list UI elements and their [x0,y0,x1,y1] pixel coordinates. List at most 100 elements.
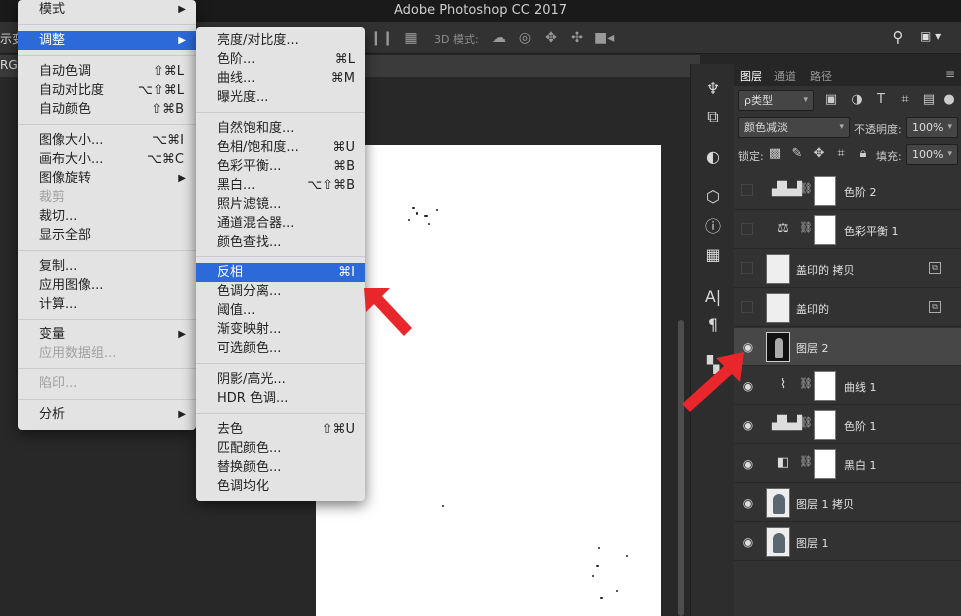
lock-paint-icon[interactable]: ✎ [788,145,806,163]
submenu-item[interactable]: 曝光度... [196,88,365,107]
layer-row[interactable]: 盖印的 拷贝 ⧉ [734,250,961,288]
layer-mask-thumbnail[interactable] [814,176,836,206]
menu-item[interactable]: 自动对比度 ⌥⇧⌘L [18,81,196,100]
submenu-item[interactable]: 自然饱和度... [196,119,365,138]
submenu-item[interactable]: 渐变映射... [196,320,365,339]
submenu-item[interactable]: 亮度/对比度... [196,31,365,50]
submenu-item[interactable]: 色阶... ⌘L [196,50,365,69]
submenu-item[interactable]: 色相/饱和度... ⌘U [196,138,365,157]
layer-row[interactable]: ◉ 图层 1 拷贝 [734,484,961,522]
3d-roll-icon[interactable]: ◎ [516,29,534,47]
link-icon[interactable]: ⛓ [799,182,813,200]
submenu-item[interactable]: 色调分离... [196,282,365,301]
layer-thumbnail[interactable] [766,488,790,518]
layer-mask-thumbnail[interactable] [814,449,836,479]
lock-artboard-icon[interactable]: ⌗ [832,145,850,163]
submenu-item[interactable]: HDR 色调... [196,389,365,408]
menu-item[interactable]: 图像旋转 ▶ [18,169,196,188]
align-icon[interactable]: ❙❙ [370,29,393,47]
menu-item[interactable]: 模式 ▶ [18,0,196,19]
layer-thumbnail[interactable] [766,332,790,362]
paragraph-icon[interactable]: ¶ [701,314,725,336]
fill-field[interactable]: 100% ▾ [906,144,958,165]
menu-item[interactable]: 图像大小... ⌥⌘I [18,131,196,150]
submenu-item[interactable]: 替换颜色... [196,458,365,477]
layer-mask-thumbnail[interactable] [814,371,836,401]
submenu-item[interactable]: 可选颜色... [196,339,365,358]
workspace-switcher-icon[interactable]: ▣ ▾ [920,29,952,47]
visibility-toggle[interactable] [741,301,753,313]
filter-adjustment-icon[interactable]: ◑ [848,91,866,109]
submenu-item[interactable]: 阈值... [196,301,365,320]
blend-mode-dropdown[interactable]: 颜色减淡 ▾ [738,117,850,138]
eye-icon[interactable]: ◉ [740,417,756,433]
link-icon[interactable]: ⛓ [799,221,813,239]
document-canvas[interactable] [316,145,661,616]
submenu-item[interactable]: 匹配颜色... [196,439,365,458]
character-icon[interactable]: A| [701,286,725,308]
menu-item[interactable]: 自动颜色 ⇧⌘B [18,100,196,119]
lock-all-icon[interactable]: 🔒︎ [854,145,872,163]
visibility-toggle[interactable] [741,262,753,274]
submenu-item[interactable]: 色彩平衡... ⌘B [196,157,365,176]
submenu-item[interactable]: 去色 ⇧⌘U [196,420,365,439]
layer-mask-thumbnail[interactable] [814,410,836,440]
menu-item[interactable]: 裁切... [18,207,196,226]
lock-position-icon[interactable]: ✥ [810,145,828,163]
menu-item[interactable]: 显示全部 [18,226,196,245]
layer-row[interactable]: 盖印的 ⧉ [734,289,961,327]
submenu-item[interactable]: 反相 ⌘I [196,263,365,282]
tab-layers[interactable]: 图层 [740,68,762,84]
color-icon[interactable]: ◐ [701,146,725,168]
menu-item[interactable]: 计算... [18,295,196,314]
layer-mask-thumbnail[interactable] [814,215,836,245]
layer-row[interactable]: ◉ ◧ ⛓ 黑白 1 [734,445,961,483]
submenu-item[interactable]: 照片滤镜... [196,195,365,214]
visibility-toggle[interactable] [741,223,753,235]
layer-thumbnail[interactable] [766,254,790,284]
opacity-field[interactable]: 100% ▾ [906,117,958,138]
3d-scale-icon[interactable]: ■◂ [594,29,614,47]
layer-row[interactable]: ▟▙▟ ⛓ 色阶 2 [734,172,961,210]
tab-channels[interactable]: 通道 [774,68,796,84]
search-icon[interactable]: ⚲ [888,28,908,48]
link-icon[interactable]: ⛓ [799,416,813,434]
submenu-item[interactable]: 阴影/高光... [196,370,365,389]
info-icon[interactable]: ⓘ [701,216,725,238]
grid-icon[interactable]: ▦ [701,244,725,266]
filter-pixel-icon[interactable]: ▣ [822,91,840,109]
layer-thumbnail[interactable] [766,527,790,557]
3d-panel-icon[interactable]: ⬡ [701,186,725,208]
link-icon[interactable]: ⛓ [799,455,813,473]
filter-smart-object-icon[interactable]: ▤ [920,91,938,109]
menu-item[interactable]: 应用图像... [18,276,196,295]
eye-icon[interactable]: ◉ [740,495,756,511]
history-icon[interactable]: ♆ [701,78,725,100]
submenu-item[interactable]: 颜色查找... [196,233,365,252]
tab-paths[interactable]: 路径 [810,68,832,84]
menu-item[interactable]: 自动色调 ⇧⌘L [18,62,196,81]
layer-row[interactable]: ◉ 图层 2 [734,328,961,366]
submenu-item[interactable]: 通道混合器... [196,214,365,233]
layer-thumbnail[interactable] [766,293,790,323]
3d-pan-icon[interactable]: ✥ [542,29,560,47]
layer-row[interactable]: ⚖ ⛓ 色彩平衡 1 [734,211,961,249]
panel-menu-icon[interactable]: ≡ [945,67,955,81]
distribute-icon[interactable]: ▦ [402,29,420,47]
3d-slide-icon[interactable]: ✣ [568,29,586,47]
submenu-item[interactable]: 曲线... ⌘M [196,69,365,88]
adjustments-icon[interactable]: ⧉ [701,106,725,128]
filter-shape-icon[interactable]: ⌗ [896,91,914,109]
lock-transparent-icon[interactable]: ▩ [766,145,784,163]
menu-item[interactable]: 分析 ▶ [18,405,196,424]
3d-orbit-icon[interactable]: ☁ [490,29,508,47]
eye-icon[interactable]: ◉ [740,456,756,472]
link-icon[interactable]: ⛓ [799,377,813,395]
visibility-toggle[interactable] [741,184,753,196]
submenu-item[interactable]: 黑白... ⌥⇧⌘B [196,176,365,195]
filter-toggle-icon[interactable]: ● [940,91,958,109]
menu-item[interactable]: 画布大小... ⌥⌘C [18,150,196,169]
menu-item[interactable]: 复制... [18,257,196,276]
layer-row[interactable]: ◉ ▟▙▟ ⛓ 色阶 1 [734,406,961,444]
menu-item[interactable]: 调整 ▶ [18,31,196,50]
